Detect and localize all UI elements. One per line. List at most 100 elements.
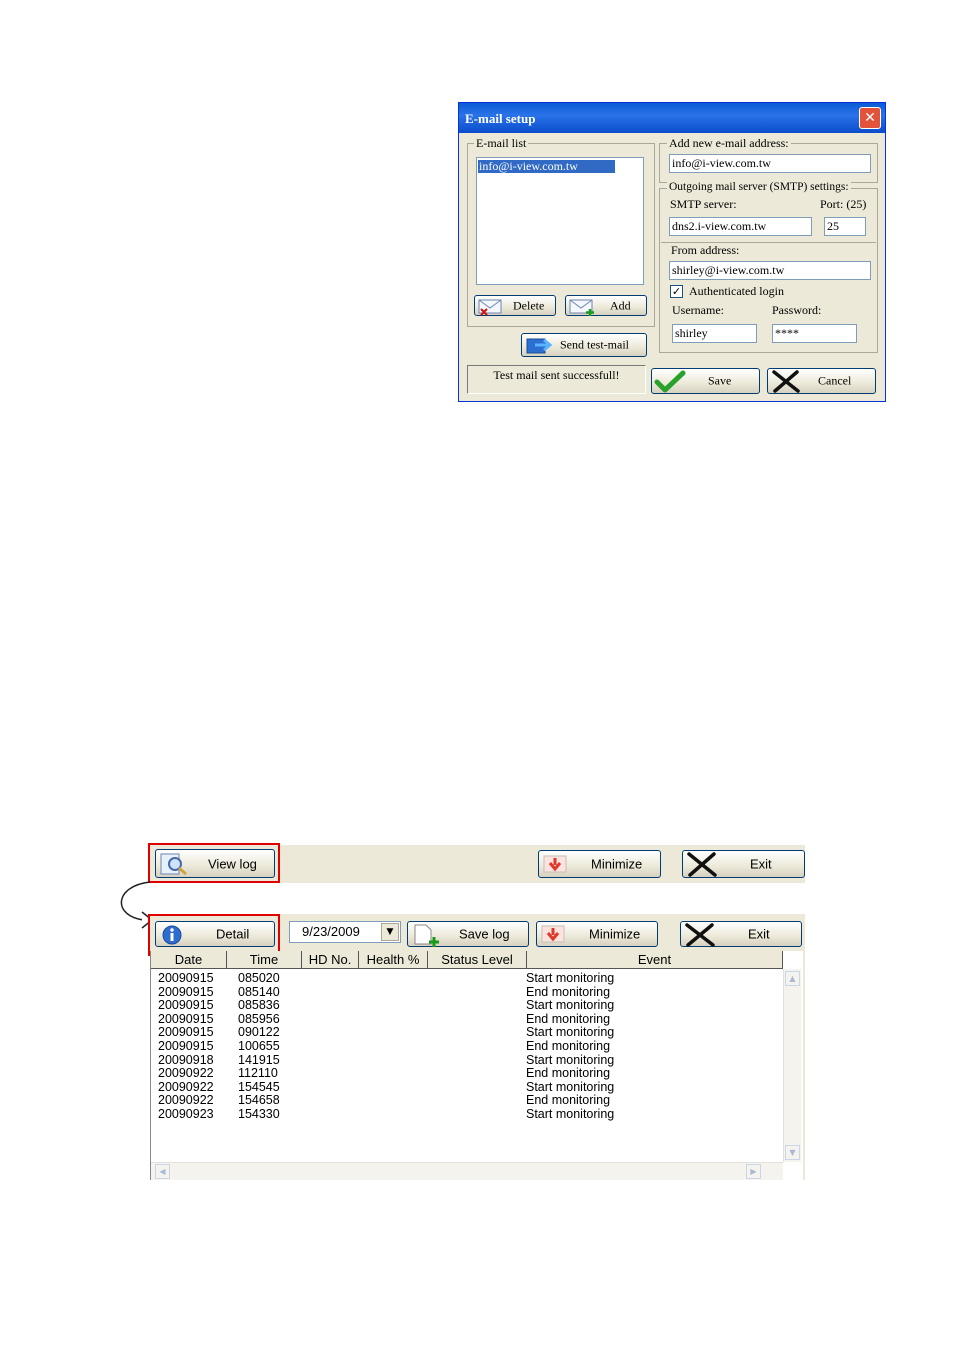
save-document-icon	[414, 924, 439, 947]
detail-button[interactable]: Detail	[155, 921, 275, 947]
exit-button[interactable]: Exit	[680, 921, 802, 947]
smtp-group-label: Outgoing mail server (SMTP) settings:	[667, 181, 851, 193]
save-button[interactable]: Save	[651, 368, 760, 394]
table-row[interactable]: 20090915 085020 Start monitoring	[151, 971, 781, 986]
exit-label: Exit	[748, 926, 770, 942]
cell-time: 141915	[238, 1052, 280, 1067]
cell-event: End monitoring	[526, 1039, 611, 1053]
cell-date: 20090915	[158, 1011, 214, 1026]
detail-label: Detail	[216, 926, 250, 942]
close-icon[interactable]: ✕	[859, 107, 881, 129]
delete-button-label: Delete	[513, 298, 545, 312]
table-header: Date Time HD No. Health % Status Level E…	[151, 951, 783, 969]
cell-event: End monitoring	[526, 1011, 611, 1026]
password-label: Password:	[772, 303, 822, 317]
cell-time: 112110	[238, 1066, 278, 1081]
column-header-health[interactable]: Health %	[359, 951, 428, 969]
table-row[interactable]: 20090922 154545 Start monitoring	[151, 1079, 781, 1095]
username-label: Username:	[672, 303, 724, 317]
add-address-label: Add new e-mail address:	[667, 136, 791, 151]
date-value: 9/23/2009	[302, 924, 360, 939]
minimize-label-compact: Minimize	[591, 856, 643, 872]
username-input[interactable]: shirley	[672, 324, 757, 343]
port-label: Port: (25)	[820, 197, 867, 211]
email-list-item[interactable]: info@i-view.com.tw	[478, 160, 615, 173]
cell-date: 20090922	[158, 1066, 214, 1081]
cell-date: 20090915	[158, 998, 214, 1013]
add-button-label: Add	[610, 298, 631, 312]
from-address-label: From address:	[671, 243, 740, 257]
cell-event: Start monitoring	[526, 1052, 615, 1067]
cell-time: 154330	[238, 1107, 280, 1121]
view-log-button[interactable]: View log	[155, 849, 275, 878]
exit-label-compact: Exit	[750, 856, 772, 872]
table-row[interactable]: 20090922 112110 End monitoring	[151, 1067, 781, 1081]
view-log-label: View log	[208, 856, 257, 871]
minimize-label: Minimize	[589, 926, 641, 942]
port-input[interactable]: 25	[824, 217, 866, 236]
dialog-title: E-mail setup	[465, 111, 536, 126]
cell-date: 20090922	[158, 1093, 214, 1108]
minimize-arrow-icon	[543, 855, 567, 873]
column-header-hd-no[interactable]: HD No.	[302, 951, 359, 969]
vertical-scrollbar[interactable]: ▲ ▼	[783, 969, 801, 1162]
table-row[interactable]: 20090915 100655 End monitoring	[151, 1039, 781, 1054]
date-picker[interactable]: 9/23/2009 ▼	[289, 921, 401, 943]
scroll-left-icon[interactable]: ◀	[155, 1164, 170, 1179]
dropdown-arrow-icon[interactable]: ▼	[381, 923, 399, 941]
column-header-status-level[interactable]: Status Level	[428, 951, 527, 969]
minimize-button-compact[interactable]: Minimize	[538, 850, 661, 878]
log-table[interactable]: Date Time HD No. Health % Status Level E…	[150, 951, 803, 1180]
table-row[interactable]: 20090922 154658 End monitoring	[151, 1094, 781, 1108]
smtp-server-input[interactable]: dns2.i-view.com.tw	[669, 217, 812, 236]
delete-button[interactable]: Delete	[474, 295, 556, 316]
cell-event: Start monitoring	[526, 1107, 615, 1121]
cell-time: 154545	[238, 1079, 280, 1094]
column-header-time[interactable]: Time	[227, 951, 302, 969]
cell-date: 20090915	[158, 1039, 214, 1053]
send-mail-icon	[526, 338, 553, 354]
scroll-right-icon[interactable]: ▶	[746, 1164, 761, 1179]
cell-event: Start monitoring	[526, 971, 615, 985]
horizontal-scrollbar[interactable]: ◀ ▶	[151, 1162, 783, 1180]
column-header-event[interactable]: Event	[527, 951, 783, 969]
minimize-button[interactable]: Minimize	[536, 921, 658, 947]
cancel-x-icon	[772, 370, 800, 393]
scroll-up-icon[interactable]: ▲	[785, 971, 800, 986]
table-row[interactable]: 20090918 141915 Start monitoring	[151, 1052, 781, 1068]
table-row[interactable]: 20090923 154330 Start monitoring	[151, 1107, 781, 1122]
send-test-mail-button[interactable]: Send test-mail	[521, 333, 647, 357]
authenticated-login-checkbox[interactable]: ✓	[670, 285, 683, 298]
cell-date: 20090915	[158, 984, 214, 999]
from-address-input[interactable]: shirley@i-view.com.tw	[669, 261, 871, 280]
email-listbox[interactable]: info@i-view.com.tw	[476, 157, 644, 285]
cell-date: 20090915	[158, 1025, 214, 1040]
magnifier-icon	[160, 853, 187, 876]
cell-event: Start monitoring	[526, 1079, 615, 1094]
table-row[interactable]: 20090915 085836 Start monitoring	[151, 999, 781, 1013]
cell-time: 085956	[238, 1011, 280, 1026]
add-address-input[interactable]: info@i-view.com.tw	[669, 154, 871, 173]
cell-event: End monitoring	[526, 1093, 611, 1108]
cell-date: 20090918	[158, 1052, 214, 1067]
table-row[interactable]: 20090915 090122 Start monitoring	[151, 1026, 781, 1040]
table-body: 20090915 085020 Start monitoring 20090915 08…	[151, 971, 781, 1162]
status-box: Test mail sent successfull!	[467, 365, 646, 394]
minimize-arrow-icon	[541, 925, 565, 943]
cell-event: Start monitoring	[526, 1025, 615, 1040]
scroll-down-icon[interactable]: ▼	[785, 1145, 800, 1160]
email-setup-dialog: E-mail setup ✕ E-mail list info@i-view.c…	[458, 102, 886, 402]
cancel-button[interactable]: Cancel	[767, 368, 876, 394]
table-row[interactable]: 20090915 085140 End monitoring	[151, 984, 781, 1000]
password-input[interactable]: ****	[772, 324, 857, 343]
save-log-button[interactable]: Save log	[407, 921, 529, 947]
send-test-mail-label: Send test-mail	[560, 337, 629, 352]
cell-time: 154658	[238, 1093, 280, 1108]
add-button[interactable]: Add	[565, 295, 647, 316]
cell-event: Start monitoring	[526, 998, 615, 1013]
email-list-label: E-mail list	[474, 136, 529, 151]
cell-date: 20090923	[158, 1107, 214, 1121]
table-row[interactable]: 20090915 085956 End monitoring	[151, 1011, 781, 1027]
exit-button-compact[interactable]: Exit	[682, 850, 805, 878]
column-header-date[interactable]: Date	[151, 951, 227, 969]
